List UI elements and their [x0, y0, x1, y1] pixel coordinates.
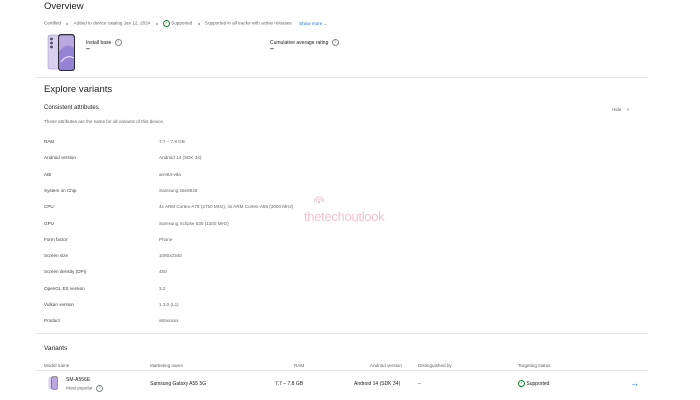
most-popular-label: Most popular [66, 385, 93, 391]
attribute-value: arm64-v8a [159, 171, 181, 177]
attribute-value: Samsung Xclipse 530 (1300 MHz) [159, 220, 229, 226]
phone-thumbnail-icon [48, 376, 58, 390]
variant-marketing: Samsung Galaxy A55 5G [150, 381, 207, 387]
help-icon[interactable]: ? [95, 385, 103, 392]
separator-dot [66, 22, 69, 25]
attribute-label: Android version [44, 155, 76, 161]
col-ram: RAM [294, 363, 305, 368]
col-android: Android version [370, 363, 402, 368]
chevron-down-icon: ⌄ [323, 20, 328, 26]
attribute-label: Screen size [44, 253, 69, 259]
col-model: Model name [44, 363, 70, 368]
rating: Cumulative average rating ? [270, 39, 339, 46]
attribute-value: 3.2 [159, 285, 166, 291]
watermark: thetechoutlook [304, 195, 414, 229]
col-distinguished: Distinguished by [418, 363, 452, 368]
variant-model: SM-A556E [66, 377, 91, 383]
section-divider [36, 77, 648, 78]
device-image [46, 32, 78, 74]
attribute-label: Product [44, 318, 60, 324]
show-more-label: Show more [299, 20, 323, 26]
attribute-value: 7.7 – 7.8 GB [159, 139, 185, 144]
attribute-value: Phone [159, 236, 173, 242]
certified-text: Certified [44, 20, 62, 26]
help-icon[interactable]: ? [331, 39, 339, 46]
attribute-value: a55xnsxx [159, 318, 179, 324]
variants-title: Variants [44, 345, 68, 352]
variant-distinguished: – [418, 381, 421, 387]
attribute-label: CPU [44, 204, 54, 210]
attribute-value: 4x ARM Cortex-A78 (2750 MHz), 4x ARM Cor… [159, 204, 294, 210]
chevron-up-icon: ˄ [626, 107, 630, 112]
attribute-value: Android 14 (SDK 34) [159, 155, 202, 161]
variant-android: Android 14 (SDK 34) [354, 381, 401, 387]
show-more-link[interactable]: Show more ⌄ [299, 21, 327, 26]
hide-label: Hide [612, 107, 622, 112]
install-base-value: – [86, 46, 90, 53]
check-circle-icon: ✓ [162, 20, 170, 27]
separator-dot [197, 22, 200, 25]
attribute-label: Vulkan version [44, 302, 74, 307]
table-header-divider [36, 370, 648, 371]
arrow-right-icon[interactable]: → [630, 378, 639, 388]
check-circle-icon: ✓ [518, 380, 525, 387]
variant-status-label: Supported [526, 380, 550, 387]
col-status: Targeting status [518, 363, 551, 368]
help-icon[interactable]: ? [114, 39, 122, 46]
hide-button[interactable]: Hide ˄ [612, 107, 629, 112]
attribute-value: 450 [159, 269, 167, 275]
supported-desc-text: Supported in all tracks with active rele… [204, 20, 292, 26]
consistent-desc: These attributes are the same for all va… [44, 119, 165, 124]
consistent-title: Consistent attributes [44, 105, 99, 111]
table-row[interactable]: SM-A556E Most popular ? Samsung Galaxy A… [36, 372, 648, 396]
variant-ram: 7.7 – 7.8 GB [275, 381, 304, 387]
section-divider [36, 333, 648, 334]
attribute-label: OpenGL ES version [44, 285, 85, 291]
install-base-label: Install base [86, 39, 112, 46]
attribute-label: GPU [44, 220, 54, 226]
install-base: Install base ? [86, 39, 122, 46]
attribute-label: Form factor [44, 236, 68, 242]
attribute-value: 1080x2340 [159, 253, 182, 259]
variant-status: ✓ Supported [518, 380, 549, 387]
explore-title: Explore variants [44, 84, 113, 95]
attribute-value: 1.3.0 (L1) [159, 302, 179, 307]
attribute-label: ABI [44, 171, 52, 177]
col-marketing: Marketing name [150, 363, 183, 368]
overview-meta: Certified Added to device catalog Jan 12… [44, 20, 327, 27]
watermark-text: thetechoutlook [304, 209, 385, 224]
wifi-icon [313, 196, 325, 204]
rating-label: Cumulative average rating [270, 39, 329, 46]
most-popular-badge: Most popular ? [66, 385, 103, 392]
attribute-label: RAM [44, 139, 55, 144]
rating-value: – [270, 46, 274, 53]
attribute-value: Samsung s5e8845 [159, 187, 198, 193]
added-date-text: Added to device catalog Jan 12, 2024 [73, 20, 151, 26]
supported-text: Supported [171, 20, 193, 26]
attribute-label: System on Chip [44, 187, 77, 193]
separator-dot [155, 22, 158, 25]
overview-title: Overview [44, 1, 84, 12]
attribute-label: Screen density (DPI) [44, 269, 87, 275]
